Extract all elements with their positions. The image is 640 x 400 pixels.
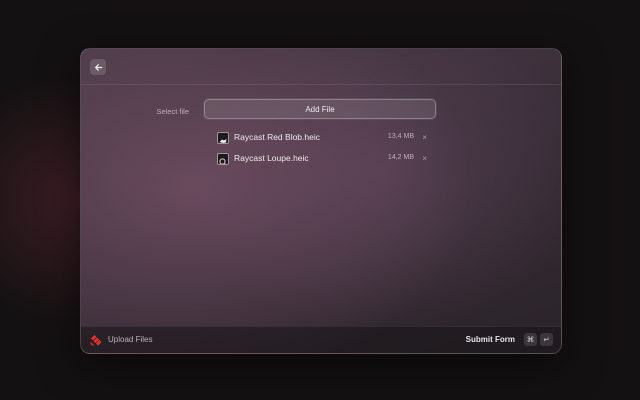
action-bar: Upload Files Submit Form ⌘ ↵	[81, 326, 561, 353]
remove-file-button[interactable]: ×	[422, 132, 427, 144]
cmd-key-icon: ⌘	[524, 333, 537, 346]
file-row: Raycast Loupe.heic 14,2 MB ×	[217, 152, 427, 166]
command-title: Upload Files	[108, 335, 153, 344]
submit-form-button[interactable]: Submit Form	[466, 335, 515, 344]
enter-key-icon: ↵	[540, 333, 553, 346]
top-bar	[81, 49, 561, 85]
select-file-label: Select file	[156, 107, 189, 116]
file-size: 14,2 MB	[387, 154, 414, 161]
file-name: Raycast Loupe.heic	[234, 153, 309, 163]
raycast-window: Select file Add File Raycast Red Blob.he…	[80, 48, 562, 354]
file-row: Raycast Red Blob.heic 13,4 MB ×	[217, 131, 427, 145]
file-name: Raycast Red Blob.heic	[234, 132, 320, 142]
remove-file-button[interactable]: ×	[422, 153, 427, 165]
add-file-button[interactable]: Add File	[204, 99, 436, 119]
arrow-left-icon	[94, 63, 102, 71]
blob-thumbnail-icon	[217, 132, 229, 144]
back-button[interactable]	[90, 59, 106, 75]
loupe-thumbnail-icon	[217, 153, 229, 165]
file-size: 13,4 MB	[387, 133, 414, 140]
raycast-logo-icon	[90, 335, 102, 346]
